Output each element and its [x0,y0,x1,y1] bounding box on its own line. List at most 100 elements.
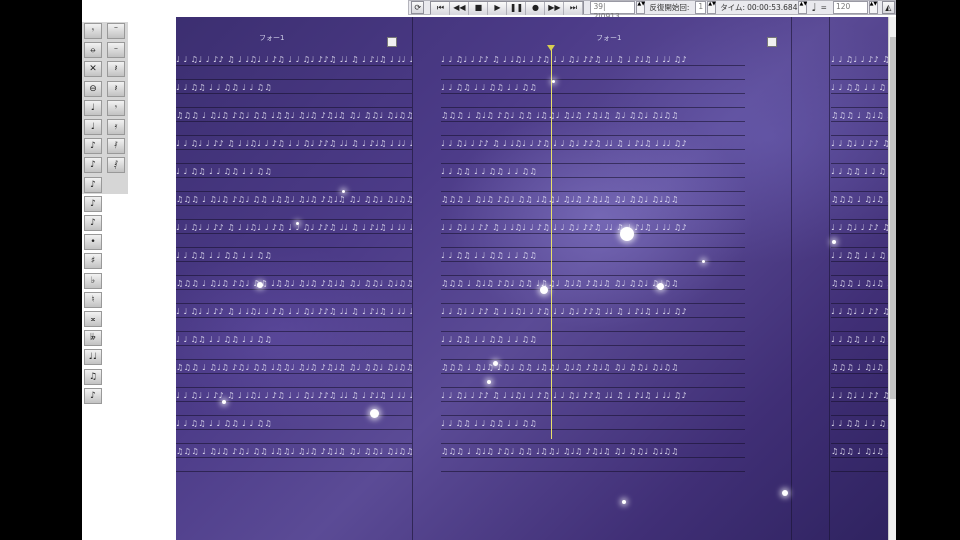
note-row[interactable]: ♩ ♩ ♫♩ ♩ ♪♪ ♫ ♩ ♩♫♩ ♩ ♪♫ ♩ ♩ ♫♩ ♪♪♫ ♩♩ ♫… [831,140,888,148]
note-row[interactable]: ♩ ♩ ♫♩ ♩ ♪♪ ♫ ♩ ♩♫♩ ♩ ♪♫ ♩ ♩ ♫♩ ♪♪♫ ♩♩ ♫… [441,308,745,316]
note-row[interactable]: ♫♫♫ ♩ ♫♩♫ ♪♫♩ ♫♫ ♩♫♫♩ ♫♩♫ ♪♫♩♫ ♫♩ ♫♫♩ ♫♩… [176,112,412,120]
playback-start-spin-icon[interactable]: ▲▼ [707,1,717,14]
note-row[interactable]: ♫♫♫ ♩ ♫♩♫ ♪♫♩ ♫♫ ♩♫♫♩ ♫♩♫ ♪♫♩♫ ♫♩ ♫♫♩ ♫♩… [176,448,412,456]
page-menu-icon[interactable] [767,37,777,47]
position-spin-icon[interactable]: ▲▼ [636,1,646,14]
note-row[interactable]: ♩ ♩ ♫♩ ♩ ♪♪ ♫ ♩ ♩♫♩ ♩ ♪♫ ♩ ♩ ♫♩ ♪♪♫ ♩♩ ♫… [441,224,745,232]
note-row[interactable]: ♫♫♫ ♩ ♫♩♫ ♪♫♩ ♫♫ ♩♫♫♩ ♫♩♫ ♪♫♩♫ ♫♩ ♫♫♩ ♫♩… [441,448,745,456]
note-row[interactable]: ♩ ♩ ♫♩ ♩ ♪♪ ♫ ♩ ♩♫♩ ♩ ♪♫ ♩ ♩ ♫♩ ♪♪♫ ♩♩ ♫… [831,308,888,316]
note-row[interactable]: ♫♫♫ ♩ ♫♩♫ ♪♫♩ ♫♫ ♩♫♫♩ ♫♩♫ ♪♫♩♫ ♫♩ ♫♫♩ ♫♩… [831,112,888,120]
palette-button[interactable]: 𝄾 [107,99,125,116]
palette-button[interactable]: ♫ [84,368,102,385]
note-row[interactable]: ♩ ♩ ♫♫ ♩ ♩ ♫♫ ♩ ♩ ♫♫ [176,252,412,260]
palette-button[interactable]: ⦵ [84,42,102,59]
note-row[interactable]: ♩ ♩ ♫♫ ♩ ♩ ♫♫ ♩ ♩ ♫♫ [831,84,888,92]
note-row[interactable]: ♩ ♩ ♫♩ ♩ ♪♪ ♫ ♩ ♩♫♩ ♩ ♪♫ ♩ ♩ ♫♩ ♪♪♫ ♩♩ ♫… [176,224,412,232]
note-row[interactable]: ♩ ♩ ♫♫ ♩ ♩ ♫♫ ♩ ♩ ♫♫ [441,252,745,260]
staff-line [176,331,412,332]
note-row[interactable]: ♫♫♫ ♩ ♫♩♫ ♪♫♩ ♫♫ ♩♫♫♩ ♫♩♫ ♪♫♩♫ ♫♩ ♫♫♩ ♫♩… [831,280,888,288]
palette-button[interactable]: 𝄽 [107,61,125,78]
palette-button[interactable]: ♪ [84,195,102,212]
note-row[interactable]: ♫♫♫ ♩ ♫♩♫ ♪♫♩ ♫♫ ♩♫♫♩ ♫♩♫ ♪♫♩♫ ♫♩ ♫♫♩ ♫♩… [441,196,745,204]
palette-button[interactable]: 𝄪 [84,311,102,327]
palette-button[interactable]: ♪ [84,138,102,155]
palette-button[interactable]: ♪ [84,176,102,193]
note-row[interactable]: ♩ ♩ ♫♫ ♩ ♩ ♫♫ ♩ ♩ ♫♫ [831,252,888,260]
palette-button[interactable]: 𝄾 [84,23,102,39]
stop-button[interactable]: ■ [469,2,489,15]
palette-button[interactable]: ✕ [84,61,102,78]
note-row[interactable]: ♩ ♩ ♫♫ ♩ ♩ ♫♫ ♩ ♩ ♫♫ [176,168,412,176]
palette-button[interactable]: ♪ [84,157,102,174]
note-row[interactable]: ♩ ♩ ♫♩ ♩ ♪♪ ♫ ♩ ♩♫♩ ♩ ♪♫ ♩ ♩ ♫♩ ♪♪♫ ♩♩ ♫… [176,140,412,148]
note-row[interactable]: ♩ ♩ ♫♫ ♩ ♩ ♫♫ ♩ ♩ ♫♫ [441,84,745,92]
palette-button[interactable]: ♩ [84,99,102,116]
palette-button[interactable]: ♪ [84,387,102,404]
note-row[interactable]: ♩ ♩ ♫♫ ♩ ♩ ♫♫ ♩ ♩ ♫♫ [441,168,745,176]
page-menu-icon[interactable] [387,37,397,47]
note-row[interactable]: ♫♫♫ ♩ ♫♩♫ ♪♫♩ ♫♫ ♩♫♫♩ ♫♩♫ ♪♫♩♫ ♫♩ ♫♫♩ ♫♩… [441,112,745,120]
fast-forward-button[interactable]: ▶▶ [545,2,565,15]
palette-button[interactable]: • [84,234,102,251]
note-row[interactable]: ♫♫♫ ♩ ♫♩♫ ♪♫♩ ♫♫ ♩♫♫♩ ♫♩♫ ♪♫♩♫ ♫♩ ♫♫♩ ♫♩… [831,364,888,372]
loop-button[interactable]: ⟳ [411,1,425,14]
palette-button[interactable]: 𝄼 [107,42,125,59]
score-canvas[interactable]: フォー1 ♩ ♩ ♫♩ ♩ ♪♪ ♫ ♩ ♩♫♩ ♩ ♪♫ ♩ ♩ ♫♩ ♪♪♫… [129,17,888,540]
note-row[interactable]: ♩ ♩ ♫♩ ♩ ♪♪ ♫ ♩ ♩♫♩ ♩ ♪♫ ♩ ♩ ♫♩ ♪♪♫ ♩♩ ♫… [176,392,412,400]
palette-button[interactable]: ♩♩ [84,349,102,366]
playback-cursor-head-icon[interactable] [547,45,555,51]
note-row[interactable]: ♫♫♫ ♩ ♫♩♫ ♪♫♩ ♫♫ ♩♫♫♩ ♫♩♫ ♪♫♩♫ ♫♩ ♫♫♩ ♫♩… [176,364,412,372]
vertical-scrollbar[interactable] [888,17,896,540]
note-row[interactable]: ♩ ♩ ♫♫ ♩ ♩ ♫♫ ♩ ♩ ♫♫ [441,420,745,428]
note-row[interactable]: ♩ ♩ ♫♩ ♩ ♪♪ ♫ ♩ ♩♫♩ ♩ ♪♫ ♩ ♩ ♫♩ ♪♪♫ ♩♩ ♫… [176,56,412,64]
playback-cursor[interactable] [551,49,552,439]
note-row[interactable]: ♫♫♫ ♩ ♫♩♫ ♪♫♩ ♫♫ ♩♫♫♩ ♫♩♫ ♪♫♩♫ ♫♩ ♫♫♩ ♫♩… [831,448,888,456]
palette-button[interactable]: 𝅁 [107,157,125,174]
note-row[interactable]: ♩ ♩ ♫♫ ♩ ♩ ♫♫ ♩ ♩ ♫♫ [176,84,412,92]
note-row[interactable]: ♩ ♩ ♫♩ ♩ ♪♪ ♫ ♩ ♩♫♩ ♩ ♪♫ ♩ ♩ ♫♩ ♪♪♫ ♩♩ ♫… [441,56,745,64]
rewind-button[interactable]: ◀◀ [450,2,470,15]
note-row[interactable]: ♩ ♩ ♫♩ ♩ ♪♪ ♫ ♩ ♩♫♩ ♩ ♪♫ ♩ ♩ ♫♩ ♪♪♫ ♩♩ ♫… [831,392,888,400]
note-row[interactable]: ♩ ♩ ♫♫ ♩ ♩ ♫♫ ♩ ♩ ♫♫ [176,420,412,428]
staff-line [441,345,745,346]
note-row[interactable]: ♩ ♩ ♫♩ ♩ ♪♪ ♫ ♩ ♩♫♩ ♩ ♪♫ ♩ ♩ ♫♩ ♪♪♫ ♩♩ ♫… [831,56,888,64]
play-button[interactable]: ▶ [488,2,508,15]
note-row[interactable]: ♫♫♫ ♩ ♫♩♫ ♪♫♩ ♫♫ ♩♫♫♩ ♫♩♫ ♪♫♩♫ ♫♩ ♫♫♩ ♫♩… [176,280,412,288]
palette-button[interactable]: 𝄻 [107,23,125,39]
note-row[interactable]: ♩ ♩ ♫♩ ♩ ♪♪ ♫ ♩ ♩♫♩ ♩ ♪♫ ♩ ♩ ♫♩ ♪♪♫ ♩♩ ♫… [441,392,745,400]
tempo-spin-icon[interactable]: ▲▼ [868,1,878,14]
go-end-button[interactable]: ⏭ [564,2,584,15]
note-row[interactable]: ♩ ♩ ♫♫ ♩ ♩ ♫♫ ♩ ♩ ♫♫ [831,420,888,428]
staff-line [831,191,888,192]
palette-button[interactable]: 𝄽 [107,80,125,97]
playback-start-field[interactable]: 1 [695,1,707,14]
palette-button[interactable]: 𝅀 [107,138,125,155]
time-spin-icon[interactable]: ▲▼ [798,1,808,14]
note-row[interactable]: ♩ ♩ ♫♩ ♩ ♪♪ ♫ ♩ ♩♫♩ ♩ ♪♫ ♩ ♩ ♫♩ ♪♪♫ ♩♩ ♫… [441,140,745,148]
note-row[interactable]: ♩ ♩ ♫♫ ♩ ♩ ♫♫ ♩ ♩ ♫♫ [176,336,412,344]
palette-button[interactable]: ♯ [84,253,102,270]
time-value: 00:00:53.684 [747,3,798,12]
note-row[interactable]: ♩ ♩ ♫♩ ♩ ♪♪ ♫ ♩ ♩♫♩ ♩ ♪♫ ♩ ♩ ♫♩ ♪♪♫ ♩♩ ♫… [176,308,412,316]
note-row[interactable]: ♩ ♩ ♫♩ ♩ ♪♪ ♫ ♩ ♩♫♩ ♩ ♪♫ ♩ ♩ ♫♩ ♪♪♫ ♩♩ ♫… [831,224,888,232]
palette-button[interactable]: ♩ [84,119,102,135]
note-row[interactable]: ♫♫♫ ♩ ♫♩♫ ♪♫♩ ♫♫ ♩♫♫♩ ♫♩♫ ♪♫♩♫ ♫♩ ♫♫♩ ♫♩… [441,364,745,372]
palette-button[interactable]: 𝄿 [107,119,125,135]
palette-button[interactable]: ♮ [84,291,102,308]
record-button[interactable]: ● [526,2,546,15]
note-row[interactable]: ♫♫♫ ♩ ♫♩♫ ♪♫♩ ♫♫ ♩♫♫♩ ♫♩♫ ♪♫♩♫ ♫♩ ♫♫♩ ♫♩… [441,280,745,288]
palette-button[interactable]: ⊖ [84,80,102,97]
palette-button[interactable]: 𝄫 [84,330,102,347]
go-start-button[interactable]: ⏮ [431,2,451,15]
note-row[interactable]: ♫♫♫ ♩ ♫♩♫ ♪♫♩ ♫♫ ♩♫♫♩ ♫♩♫ ♪♫♩♫ ♫♩ ♫♫♩ ♫♩… [831,196,888,204]
note-row[interactable]: ♩ ♩ ♫♫ ♩ ♩ ♫♫ ♩ ♩ ♫♫ [831,336,888,344]
position-field[interactable]: 39| 2|0913 [590,1,636,21]
metronome-icon[interactable]: ◭ [881,1,895,14]
note-row[interactable]: ♫♫♫ ♩ ♫♩♫ ♪♫♩ ♫♫ ♩♫♫♩ ♫♩♫ ♪♫♩♫ ♫♩ ♫♫♩ ♫♩… [176,196,412,204]
tempo-field[interactable]: 120 [832,1,868,14]
palette-button[interactable]: ♪ [84,215,102,231]
note-row[interactable]: ♩ ♩ ♫♫ ♩ ♩ ♫♫ ♩ ♩ ♫♫ [441,336,745,344]
pause-button[interactable]: ❚❚ [507,2,527,15]
palette-button[interactable]: ♭ [84,272,102,289]
note-row[interactable]: ♩ ♩ ♫♫ ♩ ♩ ♫♫ ♩ ♩ ♫♫ [831,168,888,176]
